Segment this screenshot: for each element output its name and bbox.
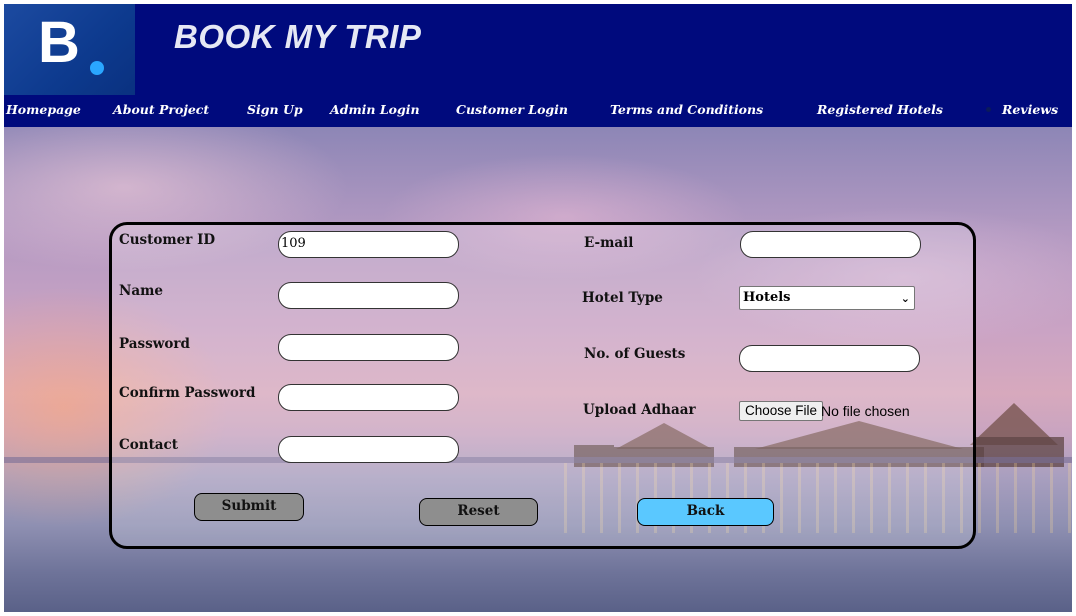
registration-form: Customer ID 109 Name Password Confirm Pa… bbox=[109, 222, 976, 549]
nav-about-project[interactable]: About Project bbox=[113, 102, 209, 117]
logo-dot-icon bbox=[90, 61, 104, 75]
nav-reviews[interactable]: Reviews bbox=[1002, 102, 1058, 117]
customer-id-input[interactable]: 109 bbox=[278, 231, 459, 258]
hotel-type-label: Hotel Type bbox=[582, 290, 663, 306]
file-status: No file chosen bbox=[821, 403, 910, 419]
nav-sign-up[interactable]: Sign Up bbox=[247, 102, 303, 117]
adhaar-label: Upload Adhaar bbox=[583, 402, 696, 418]
page: B BOOK MY TRIP Homepage About Project Si… bbox=[4, 4, 1072, 612]
choose-file-button[interactable]: Choose File bbox=[739, 401, 824, 421]
hotel-type-select[interactable]: Hotels ⌄ bbox=[739, 286, 915, 310]
site-title: BOOK MY TRIP bbox=[174, 18, 422, 55]
confirm-password-input[interactable] bbox=[278, 384, 459, 411]
password-input[interactable] bbox=[278, 334, 459, 361]
reset-button[interactable]: Reset bbox=[419, 498, 538, 526]
site-header: B BOOK MY TRIP bbox=[4, 4, 1072, 95]
bullet-icon bbox=[986, 107, 991, 112]
password-label: Password bbox=[119, 336, 190, 352]
submit-button[interactable]: Submit bbox=[194, 493, 304, 521]
contact-label: Contact bbox=[119, 437, 179, 453]
logo-letter: B bbox=[38, 10, 80, 75]
contact-input[interactable] bbox=[278, 436, 459, 463]
name-input[interactable] bbox=[278, 282, 459, 309]
customer-id-label: Customer ID bbox=[119, 232, 216, 248]
nav-registered-hotels[interactable]: Registered Hotels bbox=[817, 102, 943, 117]
guests-input[interactable] bbox=[739, 345, 920, 372]
nav-homepage[interactable]: Homepage bbox=[6, 102, 81, 117]
brand-logo[interactable]: B bbox=[4, 4, 135, 95]
email-input[interactable] bbox=[740, 231, 921, 258]
back-button[interactable]: Back bbox=[637, 498, 774, 526]
nav-terms-and-conditions[interactable]: Terms and Conditions bbox=[610, 102, 763, 117]
guests-label: No. of Guests bbox=[584, 346, 686, 362]
name-label: Name bbox=[119, 283, 163, 299]
nav-customer-login[interactable]: Customer Login bbox=[456, 102, 568, 117]
main-nav: Homepage About Project Sign Up Admin Log… bbox=[4, 95, 1072, 127]
hotel-type-value: Hotels bbox=[743, 290, 791, 305]
confirm-password-label: Confirm Password bbox=[119, 385, 256, 401]
nav-admin-login[interactable]: Admin Login bbox=[330, 102, 420, 117]
chevron-down-icon: ⌄ bbox=[900, 292, 910, 305]
email-label: E-mail bbox=[584, 235, 634, 251]
